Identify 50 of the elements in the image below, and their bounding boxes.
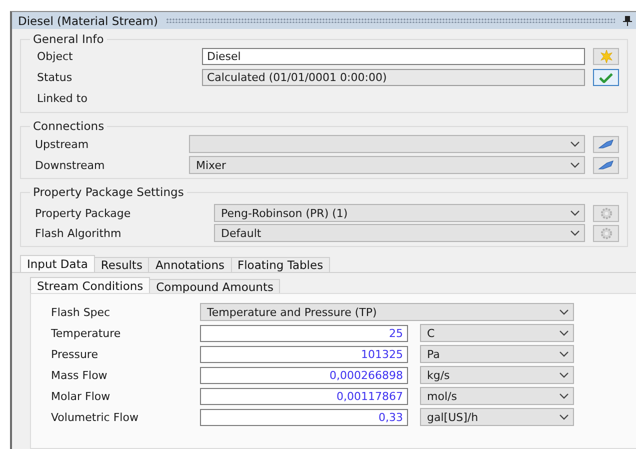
check-icon (599, 72, 613, 82)
pin-icon[interactable] (623, 16, 632, 26)
connector-icon (597, 160, 615, 170)
unit-dropdown[interactable]: gal[US]/h (420, 408, 574, 426)
tab[interactable]: Compound Amounts (149, 279, 280, 294)
field-label: Flash Spec (51, 306, 112, 318)
tab[interactable]: Stream Conditions (30, 277, 150, 294)
settings-button[interactable] (593, 224, 619, 242)
dropdown[interactable]: Peng-Robinson (PR) (1) (214, 204, 585, 222)
unit-dropdown[interactable]: C (420, 324, 574, 342)
text-field[interactable]: Diesel (202, 48, 585, 65)
field-label: Flash Algorithm (34, 226, 122, 240)
settings-button[interactable] (593, 204, 619, 222)
field-label: Object (36, 50, 74, 63)
unit-dropdown[interactable]: kg/s (420, 366, 574, 384)
dropdown[interactable]: Temperature and Pressure (TP) (200, 303, 574, 321)
window-title: Diesel (Material Stream) (18, 14, 158, 28)
group-title: General Info (32, 32, 105, 46)
unit-dropdown[interactable]: mol/s (420, 387, 574, 405)
value-field[interactable]: 0,33 (200, 408, 408, 426)
dropdown[interactable]: Default (214, 224, 585, 242)
group-title: Property Package Settings (32, 185, 185, 199)
unit-dropdown[interactable]: Pa (420, 345, 574, 363)
field-label: Status (36, 71, 74, 84)
field-label: Molar Flow (51, 390, 112, 402)
dropdown[interactable]: Mixer (189, 156, 585, 174)
status-field: Calculated (01/01/0001 0:00:00) (202, 69, 585, 86)
value-field[interactable]: 0,00117867 (200, 388, 408, 404)
value-field[interactable]: 0,000266898 (200, 366, 408, 384)
field-label: Property Package (34, 206, 132, 220)
tab[interactable]: Input Data (20, 255, 95, 272)
value-field[interactable]: 101325 (200, 346, 408, 362)
connector-icon (597, 139, 615, 149)
value-field[interactable]: 25 (200, 324, 408, 342)
field-label: Temperature (51, 326, 122, 340)
field-label: Pressure (51, 348, 99, 360)
gear-icon (600, 206, 612, 220)
connect-button[interactable] (593, 156, 619, 174)
field-label: Upstream (34, 138, 90, 150)
confirm-button[interactable] (593, 69, 619, 86)
field-label: Linked to (36, 92, 88, 104)
field-label: Downstream (34, 158, 106, 172)
field-label: Mass Flow (51, 368, 108, 382)
connect-button[interactable] (593, 136, 619, 152)
tab[interactable]: Floating Tables (230, 257, 330, 272)
tab[interactable]: Annotations (148, 257, 232, 272)
group-title: Connections (32, 119, 106, 133)
gear-icon (600, 226, 612, 240)
tab[interactable]: Results (94, 257, 150, 272)
field-label: Volumetric Flow (51, 410, 140, 424)
